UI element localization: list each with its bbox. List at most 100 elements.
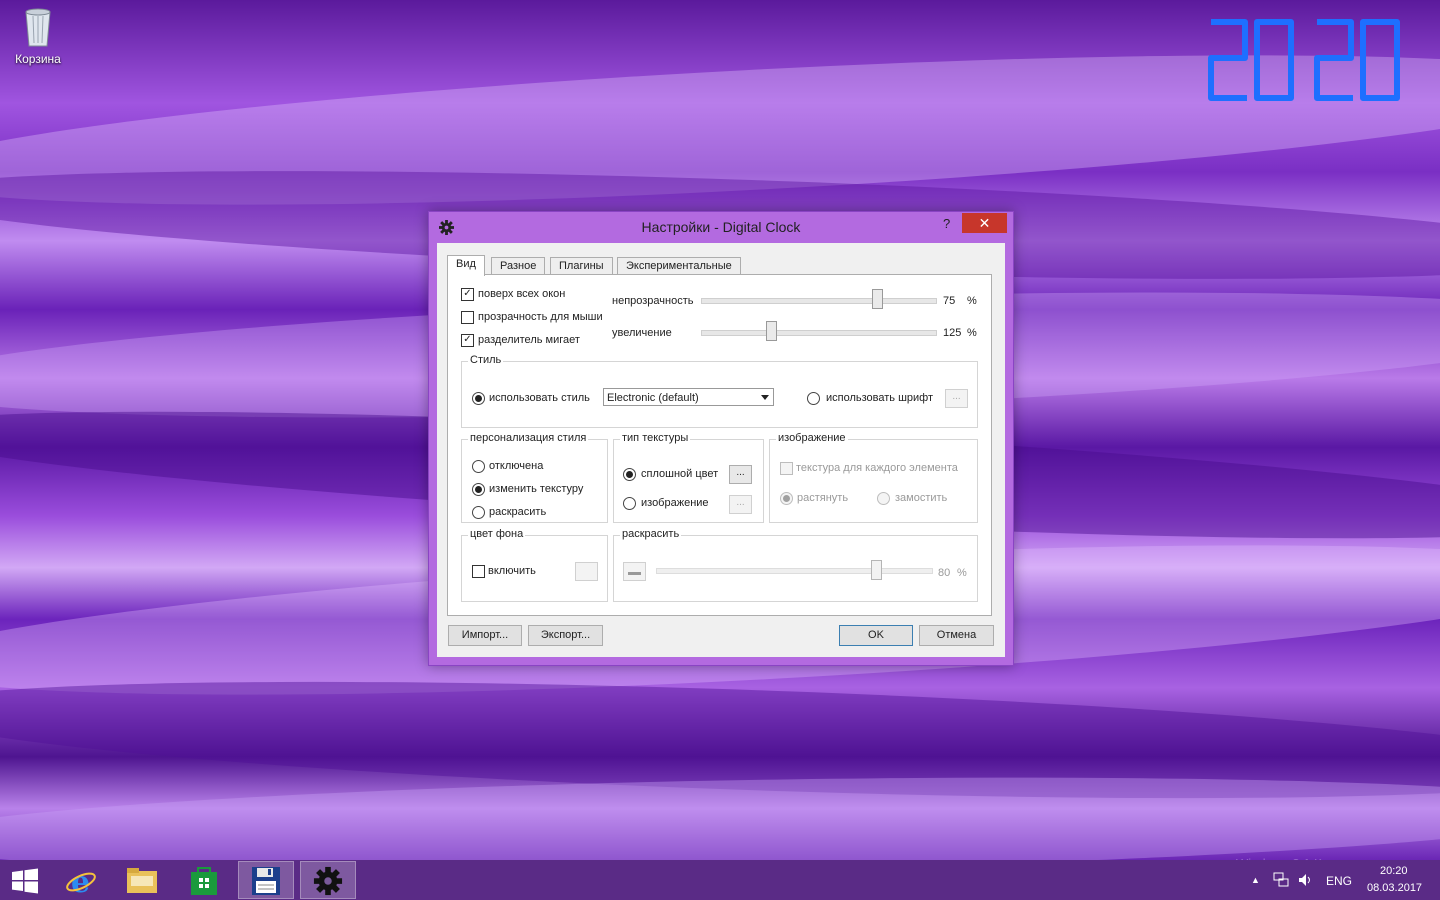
- tab-misc[interactable]: Разное: [491, 257, 546, 275]
- tray-date[interactable]: 08.03.2017: [1367, 882, 1422, 894]
- personalization-off-label: отключена: [489, 460, 544, 472]
- volume-icon[interactable]: [1298, 872, 1314, 888]
- mouse-transparent-label: прозрачность для мыши: [478, 311, 603, 323]
- style-group-title: Стиль: [468, 354, 504, 366]
- settings-dialog: Настройки - Digital Clock ? ✕ Вид Разное…: [428, 211, 1014, 666]
- colorize-slider-track[interactable]: [656, 568, 933, 574]
- close-button[interactable]: ✕: [962, 213, 1007, 233]
- gear-icon: [313, 866, 343, 896]
- stretch-label: растянуть: [797, 492, 849, 504]
- change-texture-label: изменить текстуру: [489, 483, 584, 495]
- zoom-value: 125: [943, 327, 962, 339]
- background-enable-label: включить: [488, 565, 536, 577]
- import-button[interactable]: Импорт...: [448, 625, 522, 646]
- personalization-title: персонализация стиля: [468, 432, 589, 444]
- recycle-bin-label: Корзина: [15, 52, 61, 66]
- language-indicator[interactable]: ENG: [1326, 874, 1352, 888]
- start-button[interactable]: [0, 861, 56, 899]
- view-tab-panel: ✓ поверх всех окон прозрачность для мыши…: [447, 274, 992, 616]
- use-font-label: использовать шрифт: [826, 392, 934, 404]
- dialog-client-area: Вид Разное Плагины Экспериментальные ✓ п…: [437, 243, 1005, 657]
- texture-type-group: тип текстуры сплошной цвет ... изображен…: [613, 432, 764, 523]
- help-button[interactable]: ?: [943, 216, 950, 231]
- background-enable-checkbox[interactable]: [472, 565, 485, 578]
- per-element-texture-checkbox[interactable]: [780, 462, 793, 475]
- background-color-title: цвет фона: [468, 528, 526, 540]
- ok-button[interactable]: OK: [839, 625, 913, 646]
- tab-view[interactable]: Вид: [447, 255, 485, 276]
- solid-color-label: сплошной цвет: [641, 468, 719, 480]
- recycle-bin-shortcut[interactable]: Корзина: [8, 6, 68, 66]
- background-color-group: цвет фона включить: [461, 528, 608, 602]
- tray-overflow-chevron-icon[interactable]: ▲: [1251, 875, 1260, 885]
- zoom-label: увеличение: [612, 327, 672, 339]
- font-select-button[interactable]: ...: [945, 389, 968, 408]
- use-font-radio[interactable]: [807, 392, 820, 405]
- taskbar-digital-clock-settings[interactable]: [300, 861, 356, 899]
- image-group: изображение текстура для каждого элемент…: [769, 432, 978, 523]
- folder-icon: [127, 868, 157, 893]
- cancel-button[interactable]: Отмена: [919, 625, 994, 646]
- taskbar: e ▲ ENG 20:20 08.03.2017: [0, 860, 1440, 900]
- colorize-radio[interactable]: [472, 506, 485, 519]
- use-style-radio[interactable]: [472, 392, 485, 405]
- zoom-unit: %: [967, 327, 977, 339]
- chevron-down-icon: [761, 395, 769, 400]
- separator-blinks-label: разделитель мигает: [478, 334, 580, 346]
- image-group-title: изображение: [776, 432, 848, 444]
- taskbar-internet-explorer[interactable]: e: [53, 861, 109, 899]
- taskbar-file-explorer[interactable]: [114, 861, 170, 899]
- personalization-group: персонализация стиля отключена изменить …: [461, 432, 608, 523]
- taskbar-app-floppy[interactable]: [238, 861, 294, 899]
- dialog-titlebar[interactable]: Настройки - Digital Clock ? ✕: [429, 212, 1013, 243]
- dialog-title: Настройки - Digital Clock: [641, 219, 801, 235]
- solid-color-radio[interactable]: [623, 468, 636, 481]
- digital-clock-widget[interactable]: [1205, 18, 1405, 102]
- style-select-value: Electronic (default): [607, 392, 699, 404]
- per-element-texture-label: текстура для каждого элемента: [796, 462, 958, 474]
- floppy-disk-icon: [252, 867, 280, 895]
- opacity-label: непрозрачность: [612, 295, 694, 307]
- mouse-transparent-checkbox[interactable]: [461, 311, 474, 324]
- colorize-value: 80: [938, 567, 951, 579]
- stretch-radio[interactable]: [780, 492, 793, 505]
- opacity-value: 75: [943, 295, 956, 307]
- zoom-slider-track[interactable]: [701, 330, 937, 336]
- tray-time[interactable]: 20:20: [1380, 865, 1408, 877]
- recycle-bin-icon: [23, 6, 53, 48]
- taskbar-store[interactable]: [176, 861, 232, 899]
- colorize-label: раскрасить: [489, 506, 547, 518]
- colorize-color-button[interactable]: [623, 562, 646, 581]
- opacity-slider-track[interactable]: [701, 298, 937, 304]
- opacity-slider-thumb[interactable]: [871, 289, 883, 309]
- texture-image-radio[interactable]: [623, 497, 636, 510]
- tile-radio[interactable]: [877, 492, 890, 505]
- texture-image-browse-button[interactable]: ...: [729, 495, 752, 514]
- always-on-top-checkbox[interactable]: ✓: [461, 288, 474, 301]
- tab-experimental[interactable]: Экспериментальные: [617, 257, 741, 275]
- tab-plugins[interactable]: Плагины: [550, 257, 613, 275]
- solid-color-picker-button[interactable]: ...: [729, 465, 752, 484]
- style-group: Стиль использовать стиль Electronic (def…: [461, 354, 978, 428]
- zoom-slider-thumb[interactable]: [766, 321, 778, 341]
- personalization-off-radio[interactable]: [472, 460, 485, 473]
- background-color-button[interactable]: [575, 562, 598, 581]
- colorize-unit: %: [957, 567, 967, 579]
- colorize-group-title: раскрасить: [620, 528, 682, 540]
- opacity-unit: %: [967, 295, 977, 307]
- style-select[interactable]: Electronic (default): [603, 388, 774, 406]
- store-icon: [191, 867, 217, 895]
- network-icon[interactable]: [1273, 872, 1289, 888]
- colorize-group: раскрасить 80 %: [613, 528, 978, 602]
- texture-image-label: изображение: [641, 497, 709, 509]
- texture-type-title: тип текстуры: [620, 432, 691, 444]
- colorize-slider-thumb[interactable]: [871, 560, 882, 580]
- svg-text:e: e: [71, 865, 90, 897]
- export-button[interactable]: Экспорт...: [528, 625, 603, 646]
- always-on-top-label: поверх всех окон: [478, 288, 566, 300]
- change-texture-radio[interactable]: [472, 483, 485, 496]
- use-style-label: использовать стиль: [489, 392, 590, 404]
- tile-label: замостить: [895, 492, 948, 504]
- separator-blinks-checkbox[interactable]: ✓: [461, 334, 474, 347]
- internet-explorer-icon: e: [66, 865, 96, 897]
